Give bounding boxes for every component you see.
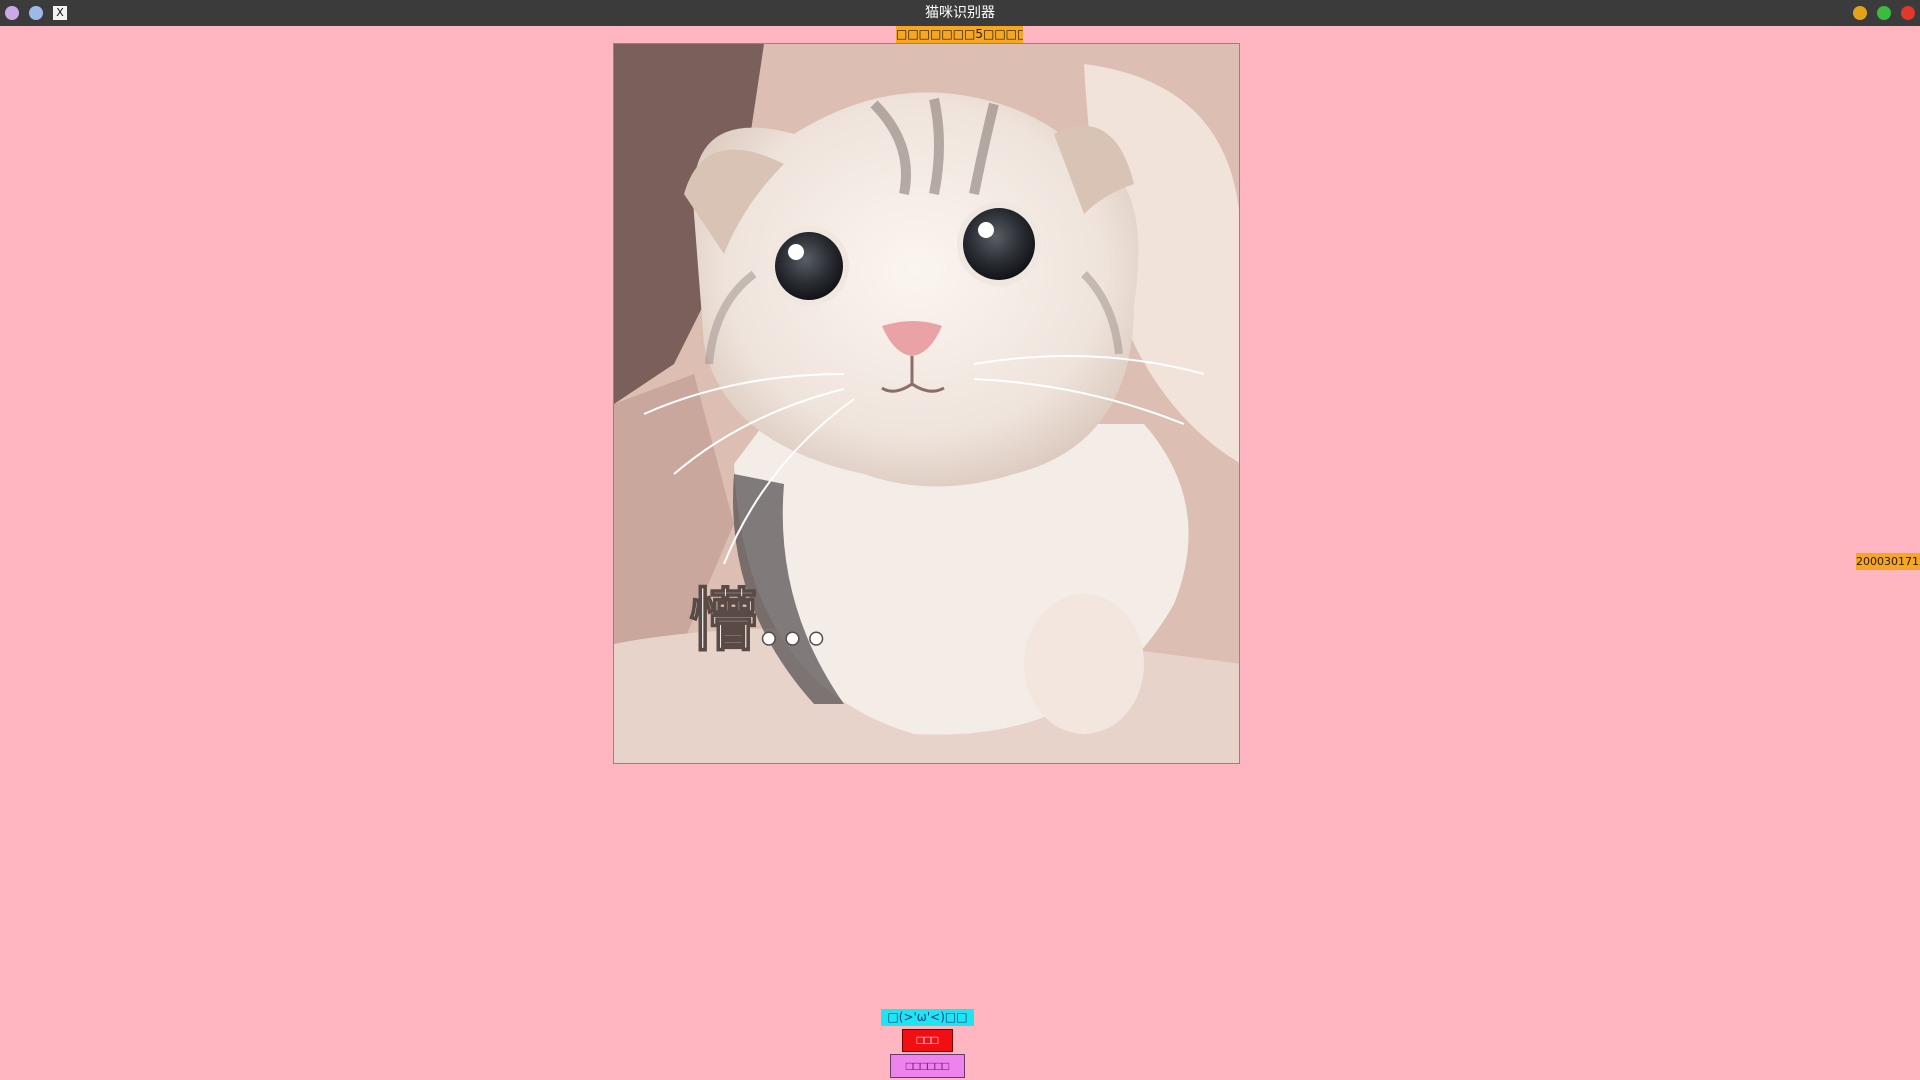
side-id-label: 2000301712	[1856, 553, 1920, 570]
close-button[interactable]	[1901, 6, 1915, 20]
photo-caption: 懵...	[689, 581, 828, 661]
maximize-button[interactable]	[1877, 6, 1891, 20]
result-label: □(>'ω'<)□□	[881, 1009, 974, 1026]
window-title: 猫咪识别器	[925, 5, 995, 21]
top-banner: □□□□□□□5□□□□□□□□!	[896, 26, 1023, 43]
choose-image-button[interactable]: □□□□□□	[890, 1054, 965, 1078]
recognize-button[interactable]: □□□	[902, 1029, 953, 1052]
cat-photo: 懵...	[613, 43, 1240, 764]
minimize-button[interactable]	[1853, 6, 1867, 20]
cat-illustration: 懵...	[614, 44, 1239, 763]
title-bar: X 猫咪识别器	[0, 0, 1920, 26]
